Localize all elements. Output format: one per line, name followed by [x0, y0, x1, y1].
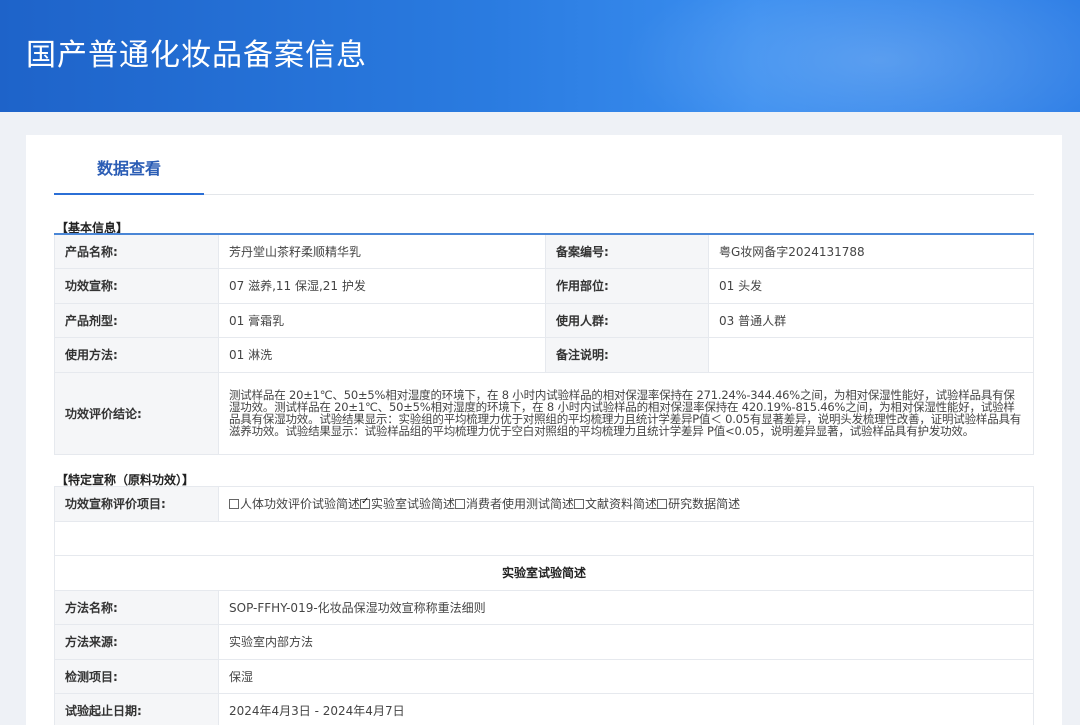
blank-row	[54, 520, 1034, 556]
table-row: 功效评价结论: 测试样品在 20±1℃、50±5%相对湿度的环境下，在 8 小时…	[54, 371, 1034, 455]
users-label: 使用人群:	[545, 302, 709, 338]
table-row: 功效宣称评价项目: 人体功效评价试验简述实验室试验简述消费者使用测试简述文献资料…	[54, 486, 1034, 522]
page-title: 国产普通化妆品备案信息	[26, 38, 367, 73]
method-name-value: SOP-FFHY-019-化妆品保湿功效宣称称重法细则	[218, 589, 1034, 625]
checkbox-literature[interactable]	[574, 499, 585, 510]
form-label: 产品剂型:	[54, 302, 219, 338]
option-human-trial[interactable]: 人体功效评价试验简述	[229, 497, 360, 511]
option-research-data[interactable]: 研究数据简述	[657, 497, 740, 511]
table-row: 方法来源: 实验室内部方法	[54, 624, 1034, 660]
tab-bar: 数据查看	[54, 135, 1034, 195]
table-row: 产品名称: 芳丹堂山茶籽柔顺精华乳 备案编号: 粤G妆网备字2024131788	[54, 233, 1034, 269]
users-value: 03 普通人群	[708, 302, 1034, 338]
checkbox-human-trial[interactable]	[229, 499, 239, 510]
method-source-value: 实验室内部方法	[218, 624, 1034, 660]
test-item-label: 检测项目:	[54, 658, 219, 694]
table-row: 试验起止日期: 2024年4月3日 - 2024年4月7日	[54, 693, 1034, 725]
claims-value: 07 滋养,11 保湿,21 护发	[218, 268, 546, 304]
tab-data-view[interactable]: 数据查看	[54, 135, 204, 195]
area-label: 作用部位:	[545, 268, 709, 304]
method-source-label: 方法来源:	[54, 624, 219, 660]
eval-items-options: 人体功效评价试验简述实验室试验简述消费者使用测试简述文献资料简述研究数据简述	[218, 486, 1034, 522]
product-name-value: 芳丹堂山茶籽柔顺精华乳	[218, 233, 546, 269]
option-lab-test[interactable]: 实验室试验简述	[360, 496, 455, 511]
test-date-label: 试验起止日期:	[54, 693, 219, 725]
record-no-label: 备案编号:	[545, 233, 709, 269]
content-card: 数据查看 【基本信息】 产品名称: 芳丹堂山茶籽柔顺精华乳 备案编号: 粤G妆网…	[26, 135, 1062, 725]
eval-items-label: 功效宣称评价项目:	[54, 486, 219, 522]
lab-summary-title: 实验室试验简述	[54, 555, 1034, 591]
method-name-label: 方法名称:	[54, 589, 219, 625]
remark-value	[708, 337, 1034, 373]
specific-claims-table: 功效宣称评价项目: 人体功效评价试验简述实验室试验简述消费者使用测试简述文献资料…	[54, 486, 1034, 725]
area-value: 01 头发	[708, 268, 1034, 304]
table-row: 产品剂型: 01 膏霜乳 使用人群: 03 普通人群	[54, 302, 1034, 338]
header-banner: 国产普通化妆品备案信息	[0, 0, 1080, 112]
option-literature[interactable]: 文献资料简述	[574, 497, 657, 511]
option-consumer-test[interactable]: 消费者使用测试简述	[455, 497, 574, 511]
conclusion-value: 测试样品在 20±1℃、50±5%相对湿度的环境下，在 8 小时内试验样品的相对…	[218, 371, 1034, 455]
table-row: 实验室试验简述	[54, 555, 1034, 591]
checkbox-research-data[interactable]	[657, 499, 668, 510]
conclusion-label: 功效评价结论:	[54, 371, 219, 455]
checkbox-lab-test[interactable]	[360, 496, 371, 510]
form-value: 01 膏霜乳	[218, 302, 546, 338]
usage-label: 使用方法:	[54, 337, 219, 373]
table-row: 使用方法: 01 淋洗 备注说明:	[54, 337, 1034, 373]
basic-info-table: 产品名称: 芳丹堂山茶籽柔顺精华乳 备案编号: 粤G妆网备字2024131788…	[54, 233, 1034, 455]
table-row	[54, 520, 1034, 556]
table-row: 检测项目: 保湿	[54, 658, 1034, 694]
usage-value: 01 淋洗	[218, 337, 546, 373]
product-name-label: 产品名称:	[54, 233, 219, 269]
claims-label: 功效宣称:	[54, 268, 219, 304]
test-item-value: 保湿	[218, 658, 1034, 694]
table-row: 功效宣称: 07 滋养,11 保湿,21 护发 作用部位: 01 头发	[54, 268, 1034, 304]
remark-label: 备注说明:	[545, 337, 709, 373]
table-row: 方法名称: SOP-FFHY-019-化妆品保湿功效宣称称重法细则	[54, 589, 1034, 625]
test-date-value: 2024年4月3日 - 2024年4月7日	[218, 693, 1034, 725]
checkbox-consumer-test[interactable]	[455, 499, 466, 510]
record-no-value: 粤G妆网备字2024131788	[708, 233, 1034, 269]
